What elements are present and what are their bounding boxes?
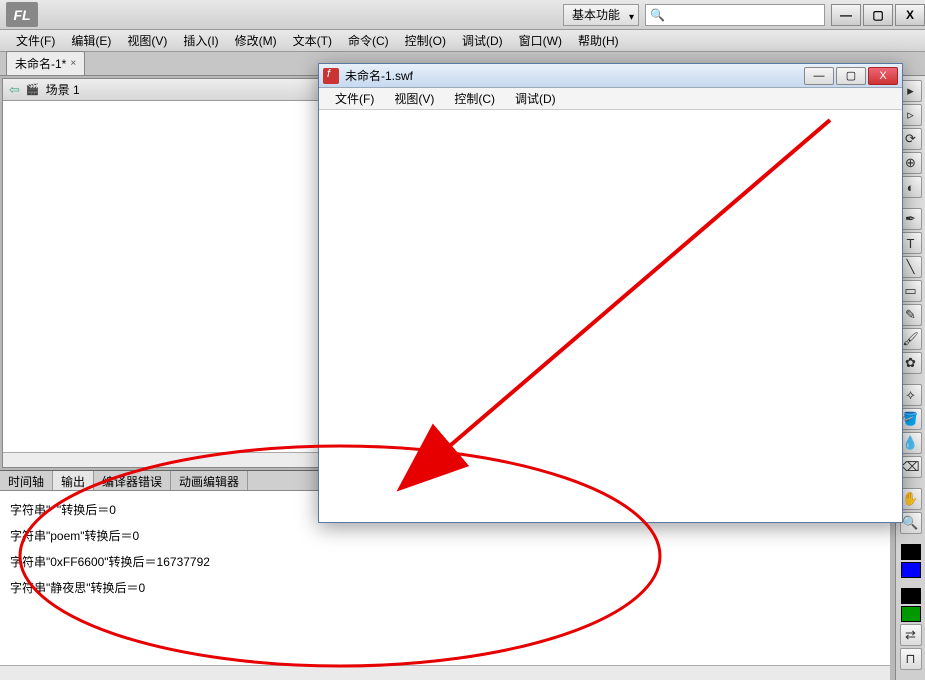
swf-menu-control[interactable]: 控制(C): [444, 88, 505, 109]
scene-label: 场景 1: [46, 81, 80, 98]
swf-content-area: [319, 110, 902, 522]
swf-menu-file[interactable]: 文件(F): [325, 88, 384, 109]
menu-window[interactable]: 窗口(W): [511, 30, 570, 51]
menu-file[interactable]: 文件(F): [8, 30, 63, 51]
swf-close-button[interactable]: X: [868, 67, 898, 85]
swf-window-buttons: — ▢ X: [804, 67, 898, 85]
maximize-button[interactable]: ▢: [863, 4, 893, 26]
document-tab[interactable]: 未命名-1* ×: [6, 51, 85, 75]
search-input[interactable]: [667, 6, 820, 24]
swf-title-bar[interactable]: 未命名-1.swf — ▢ X: [319, 64, 902, 88]
menu-control[interactable]: 控制(O): [397, 30, 454, 51]
fill-color-swatch-blue[interactable]: [901, 562, 921, 578]
search-icon: 🔍: [650, 8, 665, 22]
color-swatch-green[interactable]: [901, 606, 921, 622]
swf-player-window[interactable]: 未命名-1.swf — ▢ X 文件(F) 视图(V) 控制(C) 调试(D): [318, 63, 903, 523]
menu-text[interactable]: 文本(T): [285, 30, 340, 51]
stroke-color-swatch[interactable]: [901, 544, 921, 560]
app-logo: FL: [6, 2, 38, 27]
scene-icon: 🎬: [26, 83, 40, 96]
menu-command[interactable]: 命令(C): [340, 30, 397, 51]
tab-compiler-errors[interactable]: 编译器错误: [94, 471, 171, 490]
back-arrow-icon[interactable]: ⇦: [9, 82, 20, 98]
swap-colors-icon[interactable]: ⇄: [900, 624, 922, 646]
menu-help[interactable]: 帮助(H): [570, 30, 627, 51]
menu-edit[interactable]: 编辑(E): [63, 30, 119, 51]
swf-menu-bar: 文件(F) 视图(V) 控制(C) 调试(D): [319, 88, 902, 110]
close-button[interactable]: X: [895, 4, 925, 26]
swf-maximize-button[interactable]: ▢: [836, 67, 866, 85]
search-box[interactable]: 🔍: [645, 4, 825, 26]
color-swatch-black[interactable]: [901, 588, 921, 604]
swf-menu-debug[interactable]: 调试(D): [505, 88, 566, 109]
output-line: 字符串"0xFF6600"转换后＝16737792: [10, 549, 880, 575]
swf-title: 未命名-1.swf: [345, 67, 804, 84]
menu-view[interactable]: 视图(V): [119, 30, 175, 51]
app-title-bar: FL 基本功能 🔍 — ▢ X: [0, 0, 925, 30]
output-line: 字符串"poem"转换后＝0: [10, 523, 880, 549]
minimize-button[interactable]: —: [831, 4, 861, 26]
tab-motion-editor[interactable]: 动画编辑器: [171, 471, 248, 490]
menu-debug[interactable]: 调试(D): [454, 30, 511, 51]
menu-insert[interactable]: 插入(I): [175, 30, 226, 51]
tab-output[interactable]: 输出: [53, 471, 94, 490]
main-menu-bar: 文件(F) 编辑(E) 视图(V) 插入(I) 修改(M) 文本(T) 命令(C…: [0, 30, 925, 52]
output-line: 字符串"静夜思"转换后＝0: [10, 575, 880, 601]
menu-modify[interactable]: 修改(M): [227, 30, 285, 51]
document-tab-close-icon[interactable]: ×: [70, 58, 76, 69]
workspace-dropdown[interactable]: 基本功能: [563, 4, 639, 26]
bottom-scrollbar[interactable]: [0, 665, 890, 680]
document-tab-label: 未命名-1*: [15, 55, 66, 72]
tab-timeline[interactable]: 时间轴: [0, 471, 53, 490]
snap-tool-icon[interactable]: ⊓: [900, 648, 922, 670]
swf-menu-view[interactable]: 视图(V): [384, 88, 444, 109]
swf-app-icon: [323, 68, 339, 84]
window-buttons: — ▢ X: [829, 4, 925, 26]
swf-minimize-button[interactable]: —: [804, 67, 834, 85]
